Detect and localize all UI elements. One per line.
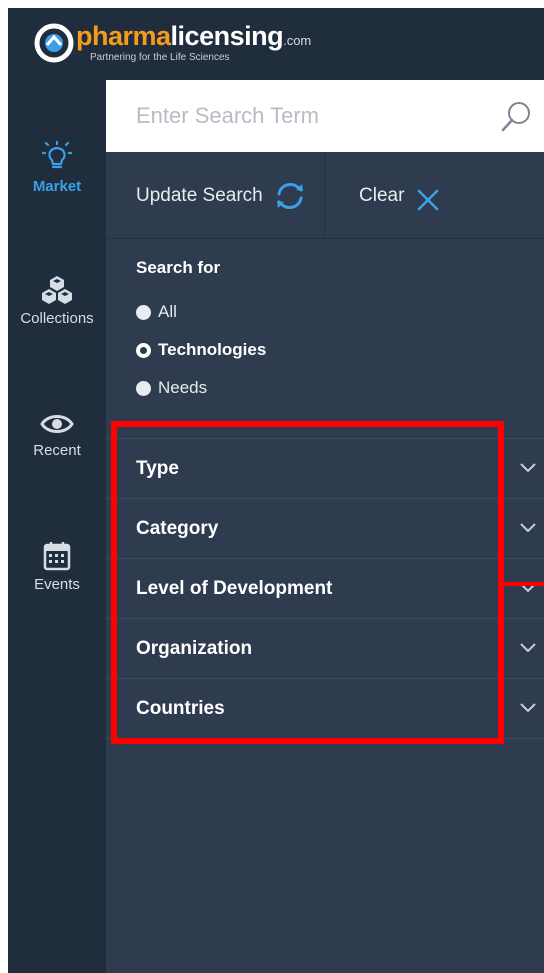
radio-button[interactable] <box>136 381 151 396</box>
lightbulb-icon <box>41 140 73 169</box>
search-for-heading: Search for <box>136 258 221 277</box>
logo-com-text: .com <box>283 33 312 48</box>
sidebar-item-label: Collections <box>20 310 94 327</box>
close-icon <box>417 189 439 211</box>
calendar-icon <box>43 542 71 571</box>
logo-licensing-text: licensing <box>170 21 284 51</box>
filter-label: Category <box>136 518 219 539</box>
filter-label: Organization <box>136 638 253 659</box>
radio-label: Technologies <box>158 340 267 359</box>
update-search-button[interactable]: Update Search <box>106 152 325 238</box>
search-input[interactable] <box>134 96 498 136</box>
filter-level-of-development[interactable]: Level of Development <box>106 558 544 618</box>
action-bar: Update Search Clear <box>106 152 544 239</box>
sidebar-item-market[interactable]: Market <box>8 140 106 195</box>
sidebar-item-label: Market <box>32 178 82 195</box>
update-search-label: Update Search <box>136 185 263 206</box>
filter-list: Type Category Level of Development Organ… <box>106 438 544 739</box>
divider <box>501 515 503 541</box>
clear-label: Clear <box>359 185 405 206</box>
header-bar: pharmalicensing.com Partnering for the L… <box>8 8 544 80</box>
radio-button[interactable] <box>136 343 151 358</box>
divider <box>501 575 503 601</box>
filter-label: Countries <box>136 698 225 719</box>
eye-icon <box>40 415 74 433</box>
logo[interactable]: pharmalicensing.com <box>76 21 311 56</box>
logo-pharma-text: pharma <box>76 21 171 51</box>
clear-button[interactable]: Clear <box>325 152 544 238</box>
filter-countries[interactable]: Countries <box>106 678 544 739</box>
radio-label: Needs <box>158 378 208 397</box>
chevron-down-icon[interactable] <box>519 580 537 594</box>
search-for-group: Search for All Technologies Needs <box>136 258 266 397</box>
search-icon[interactable] <box>499 99 535 135</box>
cubes-icon <box>42 276 72 304</box>
sidebar-item-events[interactable]: Events <box>8 540 106 593</box>
sidebar-item-label: Events <box>34 576 80 593</box>
radio-button[interactable] <box>136 305 151 320</box>
divider <box>501 695 503 721</box>
divider <box>501 455 503 481</box>
logo-tagline: Partnering for the Life Sciences <box>90 52 230 63</box>
refresh-icon <box>277 183 303 209</box>
chevron-down-icon[interactable] <box>519 520 537 534</box>
chevron-down-icon[interactable] <box>519 640 537 654</box>
filter-organization[interactable]: Organization <box>106 618 544 678</box>
chevron-down-icon[interactable] <box>519 700 537 714</box>
filter-category[interactable]: Category <box>106 498 544 558</box>
sidebar: Market Collections Recent Events <box>8 80 106 973</box>
sidebar-item-recent[interactable]: Recent <box>8 410 106 459</box>
app-frame: pharmalicensing.com Partnering for the L… <box>8 8 544 973</box>
radio-label: All <box>158 302 177 321</box>
filter-label: Level of Development <box>136 578 333 599</box>
logo-mark-icon <box>34 23 74 63</box>
search-bar <box>106 80 544 152</box>
sidebar-item-label: Recent <box>33 442 81 459</box>
divider <box>501 635 503 661</box>
chevron-down-icon[interactable] <box>519 460 537 474</box>
sidebar-item-collections[interactable]: Collections <box>8 274 106 327</box>
filter-type[interactable]: Type <box>106 438 544 498</box>
filter-label: Type <box>136 458 179 479</box>
